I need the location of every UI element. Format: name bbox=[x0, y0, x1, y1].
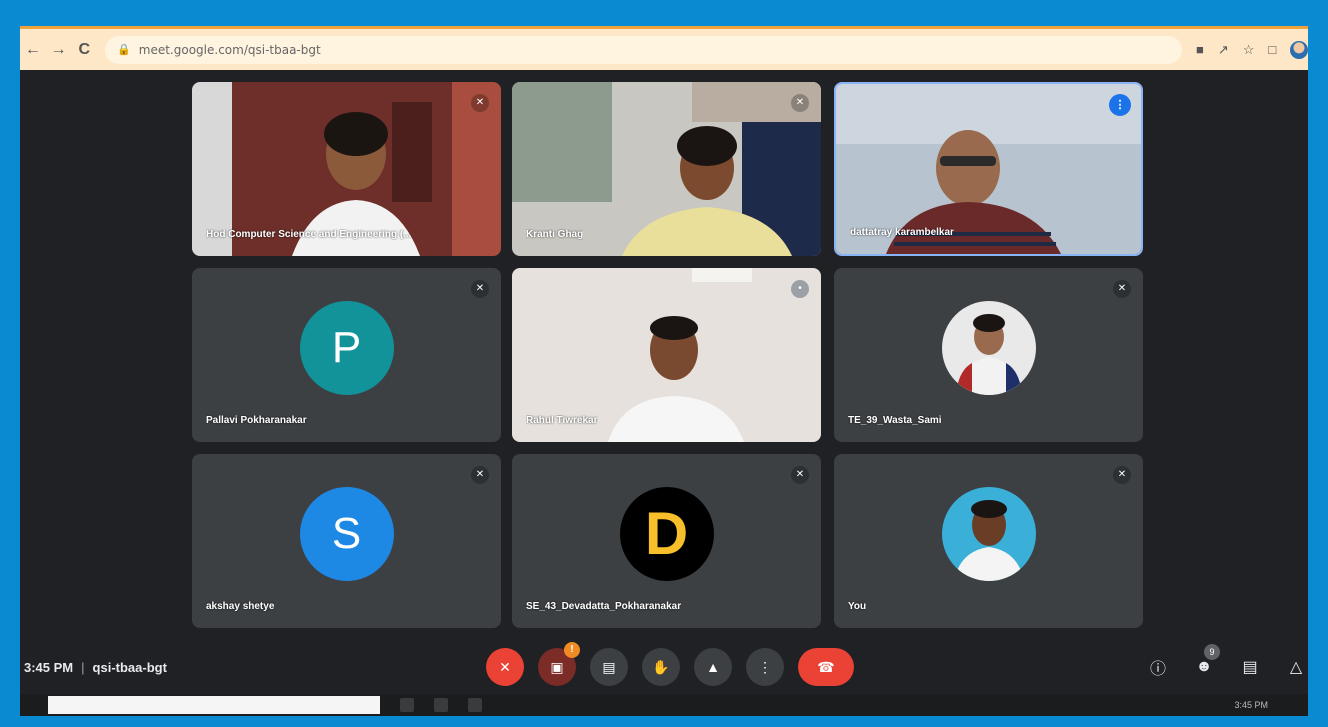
taskbar-app-icon[interactable] bbox=[468, 698, 482, 712]
hand-icon: ✋ bbox=[652, 659, 670, 675]
taskbar-app-icon[interactable] bbox=[400, 698, 414, 712]
call-controls: ✕ ▣ ! ▤ ✋ ▲ ⋮ ☎ bbox=[486, 642, 854, 686]
os-taskbar: 3:45 PM bbox=[20, 694, 1308, 716]
activities-icon[interactable]: △ bbox=[1284, 657, 1308, 677]
mic-off-icon: ✕ bbox=[471, 466, 489, 484]
window-icon[interactable]: □ bbox=[1268, 42, 1276, 57]
meet-window: ← → C 🔒 meet.google.com/qsi-tbaa-bgt ■ ↗… bbox=[20, 26, 1308, 716]
people-icon[interactable]: ☻ 9 bbox=[1192, 644, 1220, 676]
participant-tile[interactable]: ✕ Kranti Ghag bbox=[512, 82, 821, 256]
participant-name: Rahul Tiwrekar bbox=[526, 415, 598, 426]
avatar bbox=[941, 301, 1036, 395]
participant-tile[interactable]: ✕ TE_39_Wasta_Sami bbox=[834, 268, 1143, 442]
taskbar-clock: 3:45 PM bbox=[1234, 700, 1268, 710]
camera-toggle-button[interactable]: ▣ ! bbox=[538, 642, 580, 686]
camera-off-icon: ▣ bbox=[550, 659, 564, 675]
avatar: P bbox=[299, 301, 394, 395]
more-options-button[interactable]: ⋮ bbox=[746, 648, 784, 686]
meeting-controls-bar: 3:45 PM | qsi-tbaa-bgt ✕ ▣ ! ▤ ✋ ▲ ⋮ ☎ ⓘ… bbox=[20, 640, 1308, 694]
info-icon[interactable]: ⓘ bbox=[1146, 655, 1170, 679]
browser-toolbar: ← → C 🔒 meet.google.com/qsi-tbaa-bgt ■ ↗… bbox=[20, 26, 1308, 70]
participant-name: akshay shetye bbox=[206, 601, 275, 612]
lock-icon: 🔒 bbox=[117, 43, 131, 56]
participant-tile[interactable]: ✕ You bbox=[834, 454, 1143, 628]
raise-hand-button[interactable]: ✋ bbox=[642, 648, 680, 686]
participant-tile[interactable]: ⋮ dattatray karambelkar bbox=[834, 82, 1143, 256]
mic-off-icon: ✕ bbox=[1113, 466, 1131, 484]
mic-off-icon: ✕ bbox=[471, 280, 489, 298]
participant-name: TE_39_Wasta_Sami bbox=[848, 415, 942, 426]
mic-off-icon: ✕ bbox=[499, 659, 511, 675]
participant-name: Pallavi Pokharanakar bbox=[206, 415, 307, 426]
back-icon[interactable]: ← bbox=[20, 41, 46, 59]
video-grid: ✕ Hod Computer Science and Engineering (… bbox=[20, 70, 1308, 640]
participant-name: You bbox=[848, 601, 867, 612]
alert-badge: ! bbox=[564, 642, 580, 658]
speaking-indicator-icon: ⋮ bbox=[1109, 94, 1131, 116]
address-bar[interactable]: 🔒 meet.google.com/qsi-tbaa-bgt bbox=[105, 35, 1182, 64]
meeting-time: 3:45 PM bbox=[24, 659, 74, 675]
meeting-details: 3:45 PM | qsi-tbaa-bgt bbox=[24, 660, 167, 675]
mic-off-icon: ✕ bbox=[471, 94, 489, 112]
participant-name: Kranti Ghag bbox=[526, 229, 584, 240]
mic-off-icon: ✕ bbox=[1113, 280, 1131, 298]
avatar: D bbox=[619, 487, 714, 581]
share-icon[interactable]: ↗ bbox=[1218, 42, 1229, 58]
separator: | bbox=[81, 659, 85, 675]
captions-button[interactable]: ▤ bbox=[590, 648, 628, 686]
profile-avatar[interactable] bbox=[1290, 40, 1308, 59]
camera-indicator-icon[interactable]: ■ bbox=[1196, 42, 1204, 57]
taskbar-search[interactable] bbox=[48, 696, 380, 714]
leave-call-button[interactable]: ☎ bbox=[798, 648, 854, 686]
reload-icon[interactable]: C bbox=[71, 41, 97, 59]
participant-tile[interactable]: • Rahul Tiwrekar bbox=[512, 268, 821, 442]
forward-icon[interactable]: → bbox=[46, 41, 72, 59]
chat-icon[interactable]: ▤ bbox=[1238, 657, 1262, 677]
meeting-code: qsi-tbaa-bgt bbox=[92, 659, 167, 675]
participant-name: SE_43_Devadatta_Pokharanakar bbox=[526, 601, 682, 612]
mic-off-icon: ✕ bbox=[791, 466, 809, 484]
mic-toggle-button[interactable]: ✕ bbox=[486, 648, 524, 686]
side-controls: ⓘ ☻ 9 ▤ △ bbox=[1146, 644, 1308, 679]
mic-off-icon: ✕ bbox=[791, 94, 809, 112]
participant-tile[interactable]: ✕ Hod Computer Science and Engineering (… bbox=[192, 82, 501, 256]
avatar bbox=[941, 487, 1036, 581]
participant-tile[interactable]: S ✕ akshay shetye bbox=[192, 454, 501, 628]
participant-count-badge: 9 bbox=[1204, 644, 1220, 660]
url-text: meet.google.com/qsi-tbaa-bgt bbox=[138, 42, 321, 57]
present-button[interactable]: ▲ bbox=[694, 648, 732, 686]
present-icon: ▲ bbox=[706, 659, 720, 675]
taskbar-app-icon[interactable] bbox=[434, 698, 448, 712]
participant-name: dattatray karambelkar bbox=[850, 227, 954, 238]
participant-tile[interactable]: P ✕ Pallavi Pokharanakar bbox=[192, 268, 501, 442]
more-vert-icon: ⋮ bbox=[758, 659, 772, 675]
captions-icon: ▤ bbox=[602, 659, 616, 675]
avatar: S bbox=[299, 487, 394, 581]
participant-name: Hod Computer Science and Engineering (..… bbox=[206, 229, 412, 240]
participant-tile[interactable]: D ✕ SE_43_Devadatta_Pokharanakar bbox=[512, 454, 821, 628]
phone-hangup-icon: ☎ bbox=[817, 659, 835, 675]
mic-icon: • bbox=[791, 280, 809, 298]
star-icon[interactable]: ☆ bbox=[1243, 42, 1255, 58]
